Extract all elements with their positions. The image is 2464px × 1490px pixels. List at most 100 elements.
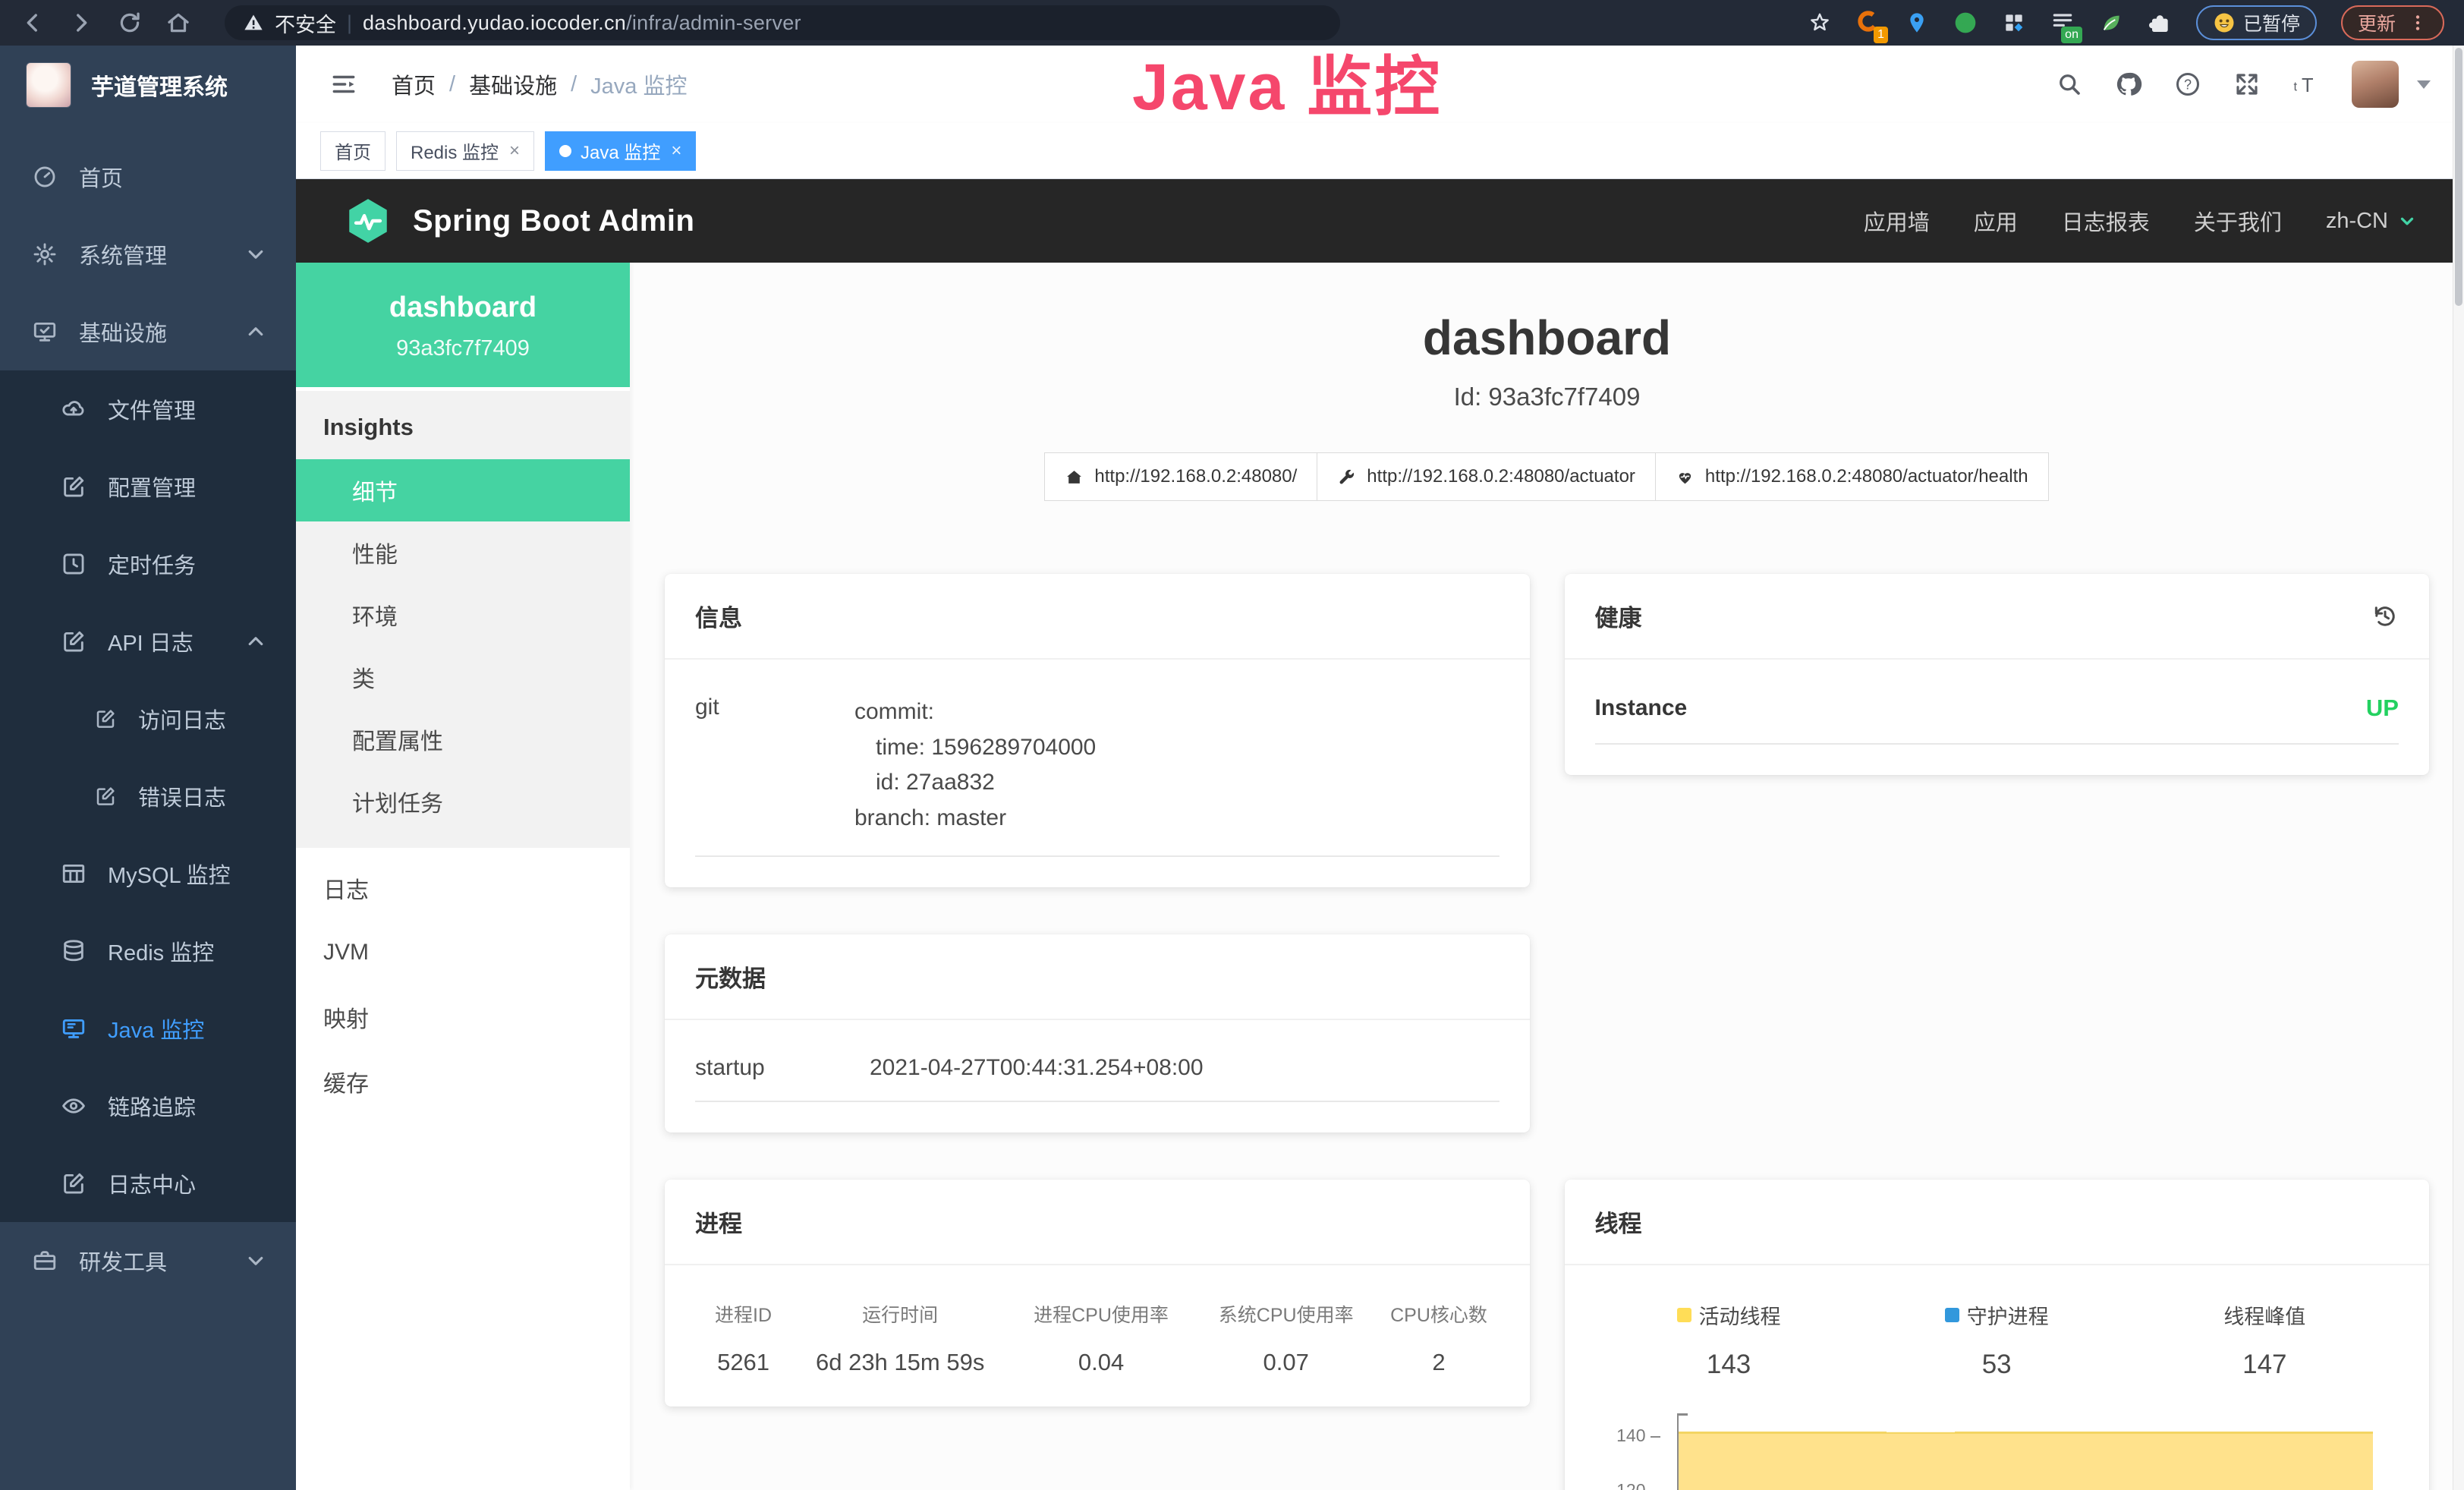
sba-item-environment[interactable]: 环境: [296, 584, 630, 646]
extension-badge: 1: [1874, 27, 1888, 43]
help-icon[interactable]: ?: [2174, 71, 2201, 98]
sba-item-classes[interactable]: 类: [296, 646, 630, 708]
user-avatar[interactable]: [2352, 61, 2399, 108]
paused-pill[interactable]: 已暂停: [2196, 5, 2317, 40]
locale-select[interactable]: zh-CN: [2326, 209, 2417, 234]
gear-icon: [32, 241, 58, 267]
url-text: dashboard.yudao.iocoder.cn/infra/admin-s…: [363, 11, 801, 35]
log-edit-icon: [94, 707, 117, 730]
sidebar-item-label: 错误日志: [138, 780, 226, 812]
sba-item-scheduled[interactable]: 计划任务: [296, 770, 630, 833]
sidebar-item-redis[interactable]: Redis 监控: [0, 912, 296, 990]
sba-item-caches[interactable]: 缓存: [296, 1049, 630, 1114]
sba-item-metrics[interactable]: 性能: [296, 521, 630, 584]
sba-nav-about[interactable]: 关于我们: [2194, 205, 2282, 237]
update-button[interactable]: 更新: [2341, 5, 2444, 40]
sba-brand[interactable]: Spring Boot Admin: [413, 204, 694, 238]
green-check-icon[interactable]: [1953, 11, 1978, 35]
page-subtitle: Id: 93a3fc7f7409: [630, 383, 2464, 411]
home-icon[interactable]: [165, 10, 191, 36]
sba-content: dashboard Id: 93a3fc7f7409 http://192.16…: [630, 263, 2464, 1490]
card-title: 线程: [1565, 1180, 2430, 1265]
pin-icon[interactable]: [1905, 11, 1929, 35]
svg-text:T: T: [2302, 75, 2314, 96]
sidebar-item-files[interactable]: 文件管理: [0, 370, 296, 448]
forward-icon[interactable]: [68, 10, 94, 36]
actuator-url-link[interactable]: http://192.168.0.2:48080/actuator: [1317, 452, 1656, 501]
edit-icon: [61, 474, 87, 499]
svg-text:?: ?: [2184, 77, 2192, 92]
caret-down-icon[interactable]: [2417, 80, 2431, 89]
sidebar-item-tracing[interactable]: 链路追踪: [0, 1067, 296, 1145]
sidebar-item-java[interactable]: Java 监控: [0, 990, 296, 1067]
sidebar-item-label: 文件管理: [108, 393, 196, 425]
breadcrumb-item[interactable]: 首页: [392, 68, 436, 100]
close-icon[interactable]: ×: [671, 140, 681, 162]
app-sidebar: 芋道管理系统 首页 系统管理 基础设施 文件管理 配置管理: [0, 46, 296, 1490]
back-icon[interactable]: [20, 10, 46, 36]
hamburger-icon[interactable]: [329, 70, 358, 99]
history-icon[interactable]: [2371, 603, 2399, 630]
tab-home[interactable]: 首页: [320, 131, 385, 171]
grid-extension-icon[interactable]: [2002, 11, 2026, 35]
sidebar-item-access-log[interactable]: 访问日志: [0, 680, 296, 758]
search-icon[interactable]: [2056, 71, 2083, 98]
sidebar-item-home[interactable]: 首页: [0, 138, 296, 216]
update-label: 更新: [2358, 9, 2396, 36]
sidebar-item-jobs[interactable]: 定时任务: [0, 525, 296, 603]
sba-nav-journal[interactable]: 日志报表: [2062, 205, 2150, 237]
extension-switch[interactable]: on: [2050, 9, 2075, 37]
extension-circle[interactable]: 1: [1856, 9, 1880, 37]
column-header: 系统CPU使用率: [1194, 1300, 1379, 1328]
sba-nav-applications[interactable]: 应用: [1974, 205, 2018, 237]
sidebar-item-error-log[interactable]: 错误日志: [0, 758, 296, 835]
sidebar-item-log-center[interactable]: 日志中心: [0, 1145, 296, 1222]
sidebar-item-devtools[interactable]: 研发工具: [0, 1222, 296, 1299]
sidebar-item-system[interactable]: 系统管理: [0, 216, 296, 293]
sidebar-item-mysql[interactable]: MySQL 监控: [0, 835, 296, 912]
monitor-icon: [61, 1016, 87, 1041]
thread-stats: 活动线程 143 守护进程 53 线程峰值 147: [1595, 1300, 2399, 1380]
breadcrumb-item[interactable]: 基础设施: [469, 68, 557, 100]
monitor-check-icon: [32, 319, 58, 345]
address-bar[interactable]: 不安全 | dashboard.yudao.iocoder.cn/infra/a…: [225, 5, 1340, 40]
tabs-bar: 首页 Redis 监控 × Java 监控 ×: [296, 123, 2464, 179]
sba-item-mappings[interactable]: 映射: [296, 984, 630, 1049]
log-edit-icon: [94, 785, 117, 808]
dashboard-icon: [32, 164, 58, 190]
font-size-icon[interactable]: tT: [2292, 71, 2320, 98]
breadcrumb-separator: /: [571, 72, 577, 97]
service-url-link[interactable]: http://192.168.0.2:48080/: [1044, 452, 1317, 501]
tab-java[interactable]: Java 监控 ×: [545, 131, 696, 171]
sba-item-jvm[interactable]: JVM: [296, 920, 630, 984]
tab-redis[interactable]: Redis 监控 ×: [396, 131, 534, 171]
sba-item-logfile[interactable]: 日志: [296, 855, 630, 920]
app-logo-image: [26, 62, 71, 108]
sidebar-item-infra[interactable]: 基础设施: [0, 293, 296, 370]
sba-nav-wall[interactable]: 应用墙: [1864, 205, 1930, 237]
sba-item-details[interactable]: 细节: [296, 459, 630, 521]
sidebar-item-api-log[interactable]: API 日志: [0, 603, 296, 680]
app-logo-block[interactable]: 芋道管理系统: [0, 46, 296, 124]
scrollbar-thumb[interactable]: [2455, 48, 2462, 306]
sidebar-item-label: 首页: [79, 161, 123, 193]
chevron-up-icon: [243, 628, 269, 654]
close-icon[interactable]: ×: [509, 140, 520, 162]
annotation-text: Java 监控: [1132, 33, 1442, 128]
info-key: git: [695, 695, 854, 836]
warning-icon[interactable]: [243, 12, 264, 33]
bookmark-star-icon[interactable]: [1808, 11, 1832, 35]
page-scrollbar[interactable]: [2453, 46, 2464, 1490]
fullscreen-icon[interactable]: [2233, 71, 2261, 98]
sidebar-item-label: 日志中心: [108, 1167, 196, 1199]
reload-icon[interactable]: [117, 10, 143, 36]
github-icon[interactable]: [2115, 71, 2142, 98]
breadcrumb-item-current: Java 监控: [590, 68, 687, 100]
health-url-link[interactable]: http://192.168.0.2:48080/actuator/health: [1655, 452, 2049, 501]
briefcase-icon: [32, 1248, 58, 1274]
y-axis-cap: [1677, 1413, 1688, 1416]
sidebar-item-config[interactable]: 配置管理: [0, 448, 296, 525]
puzzle-icon[interactable]: [2148, 11, 2172, 35]
leaf-icon[interactable]: [2099, 11, 2123, 35]
sba-item-configprops[interactable]: 配置属性: [296, 708, 630, 770]
